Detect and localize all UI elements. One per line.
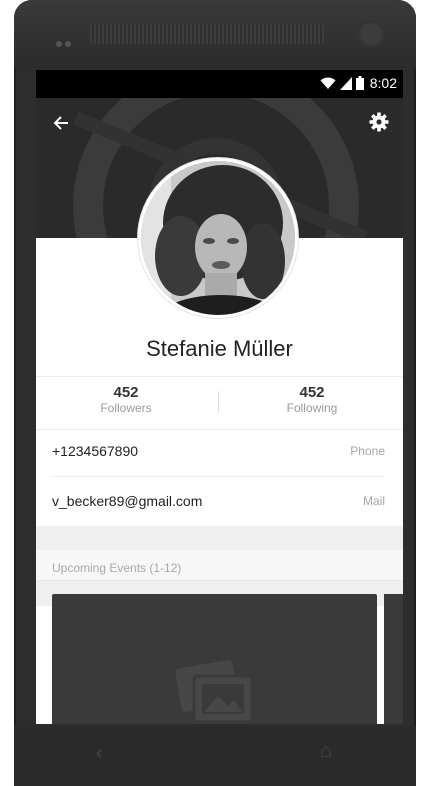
nav-home-icon[interactable]: ⌂ [320, 740, 332, 763]
following-stat[interactable]: 452 Following [222, 384, 402, 416]
sensor-dots [56, 34, 74, 52]
avatar-photo [141, 161, 295, 315]
status-icons: 8:02 [320, 75, 397, 91]
phone-type-label: Phone [350, 444, 385, 458]
followers-label: Followers [100, 401, 152, 415]
front-camera [357, 20, 385, 48]
avatar[interactable] [138, 158, 298, 318]
gear-icon [369, 112, 389, 132]
followers-stat[interactable]: 452 Followers [36, 384, 216, 416]
stats-bar: 452 Followers 452 Following [36, 376, 403, 430]
mail-value: v_becker89@gmail.com [52, 493, 203, 509]
mail-row[interactable]: v_becker89@gmail.com Mail [52, 478, 385, 526]
following-label: Following [286, 401, 338, 415]
followers-count: 452 [113, 384, 139, 401]
nav-back-icon[interactable]: ‹ [96, 742, 103, 765]
earpiece-speaker [90, 24, 324, 44]
phone-top-bezel [14, 0, 416, 68]
status-bar: 8:02 [36, 70, 403, 98]
portrait-image [141, 161, 295, 315]
wifi-icon [320, 77, 336, 89]
stats-divider [218, 391, 219, 413]
phone-value: +1234567890 [52, 443, 139, 459]
event-card[interactable] [52, 594, 377, 724]
events-title: Upcoming Events (1-12) [52, 561, 182, 575]
signal-icon [339, 77, 352, 90]
phone-row[interactable]: +1234567890 Phone [52, 428, 385, 477]
event-card-next[interactable] [384, 594, 403, 724]
mail-type-label: Mail [362, 494, 385, 508]
battery-icon [355, 76, 364, 90]
profile-name: Stefanie Müller [146, 336, 293, 361]
arrow-left-icon [53, 116, 68, 130]
app-screen: 8:02 Stefanie Müller 452 Followers 452 F… [36, 70, 403, 724]
image-placeholder-icon [175, 660, 254, 724]
back-button[interactable] [52, 114, 70, 137]
events-header: Upcoming Events (1-12) [36, 550, 403, 581]
status-time: 8:02 [369, 75, 397, 91]
following-count: 452 [299, 384, 325, 401]
settings-button[interactable] [369, 112, 389, 137]
phone-bottom-bezel: ‹ ⌂ [14, 726, 416, 786]
